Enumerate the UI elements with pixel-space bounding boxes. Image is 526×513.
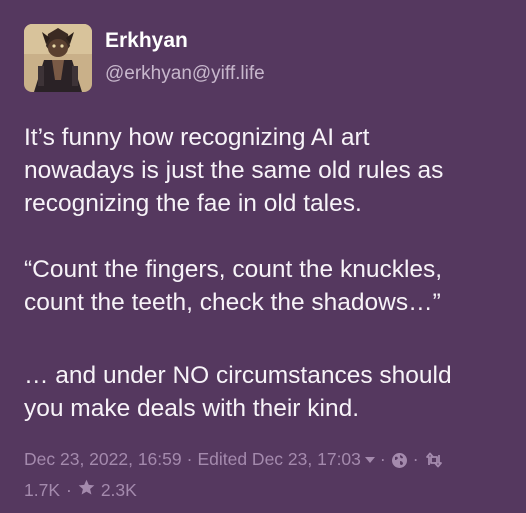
post-meta: Dec 23, 2022, 16:59 · Edited Dec 23, 17:… (24, 449, 444, 470)
separator: · (186, 449, 193, 469)
post-line: nowadays is just the same old rules as (24, 157, 444, 184)
globe-icon (391, 449, 408, 470)
edited-label[interactable]: Edited Dec 23, 17:03 (197, 449, 360, 470)
star-icon[interactable] (78, 479, 95, 501)
post-line: “Count the fingers, count the knuckles, (24, 256, 443, 283)
display-name[interactable]: Erkhyan (105, 29, 188, 53)
caret-down-icon[interactable] (364, 449, 375, 470)
separator: · (412, 449, 419, 469)
favourite-count[interactable]: 2.3K (101, 480, 137, 501)
account-handle[interactable]: @erkhyan@yiff.life (105, 63, 265, 85)
post-line: count the teeth, check the shadows…” (24, 289, 441, 316)
avatar[interactable] (24, 24, 92, 92)
post-paragraph-1: It’s funny how recognizing AI art nowada… (24, 121, 514, 220)
avatar-image (24, 24, 92, 92)
post-paragraph-2: “Count the fingers, count the knuckles, … (24, 253, 514, 319)
post-stats: 1.7K · 2.3K (24, 479, 137, 501)
post-line: It’s funny how recognizing AI art (24, 124, 370, 151)
post-line: … and under NO circumstances should (24, 362, 452, 389)
post-line: you make deals with their kind. (24, 395, 359, 422)
post-paragraph-3: … and under NO circumstances should you … (24, 359, 514, 425)
separator: · (66, 479, 72, 500)
boost-count[interactable]: 1.7K (24, 480, 60, 501)
post-card: Erkhyan @erkhyan@yiff.life It’s funny ho… (0, 0, 526, 513)
post-line: recognizing the fae in old tales. (24, 190, 362, 217)
boost-icon (424, 449, 444, 470)
post-date[interactable]: Dec 23, 2022, 16:59 (24, 449, 182, 470)
separator: · (379, 449, 386, 469)
